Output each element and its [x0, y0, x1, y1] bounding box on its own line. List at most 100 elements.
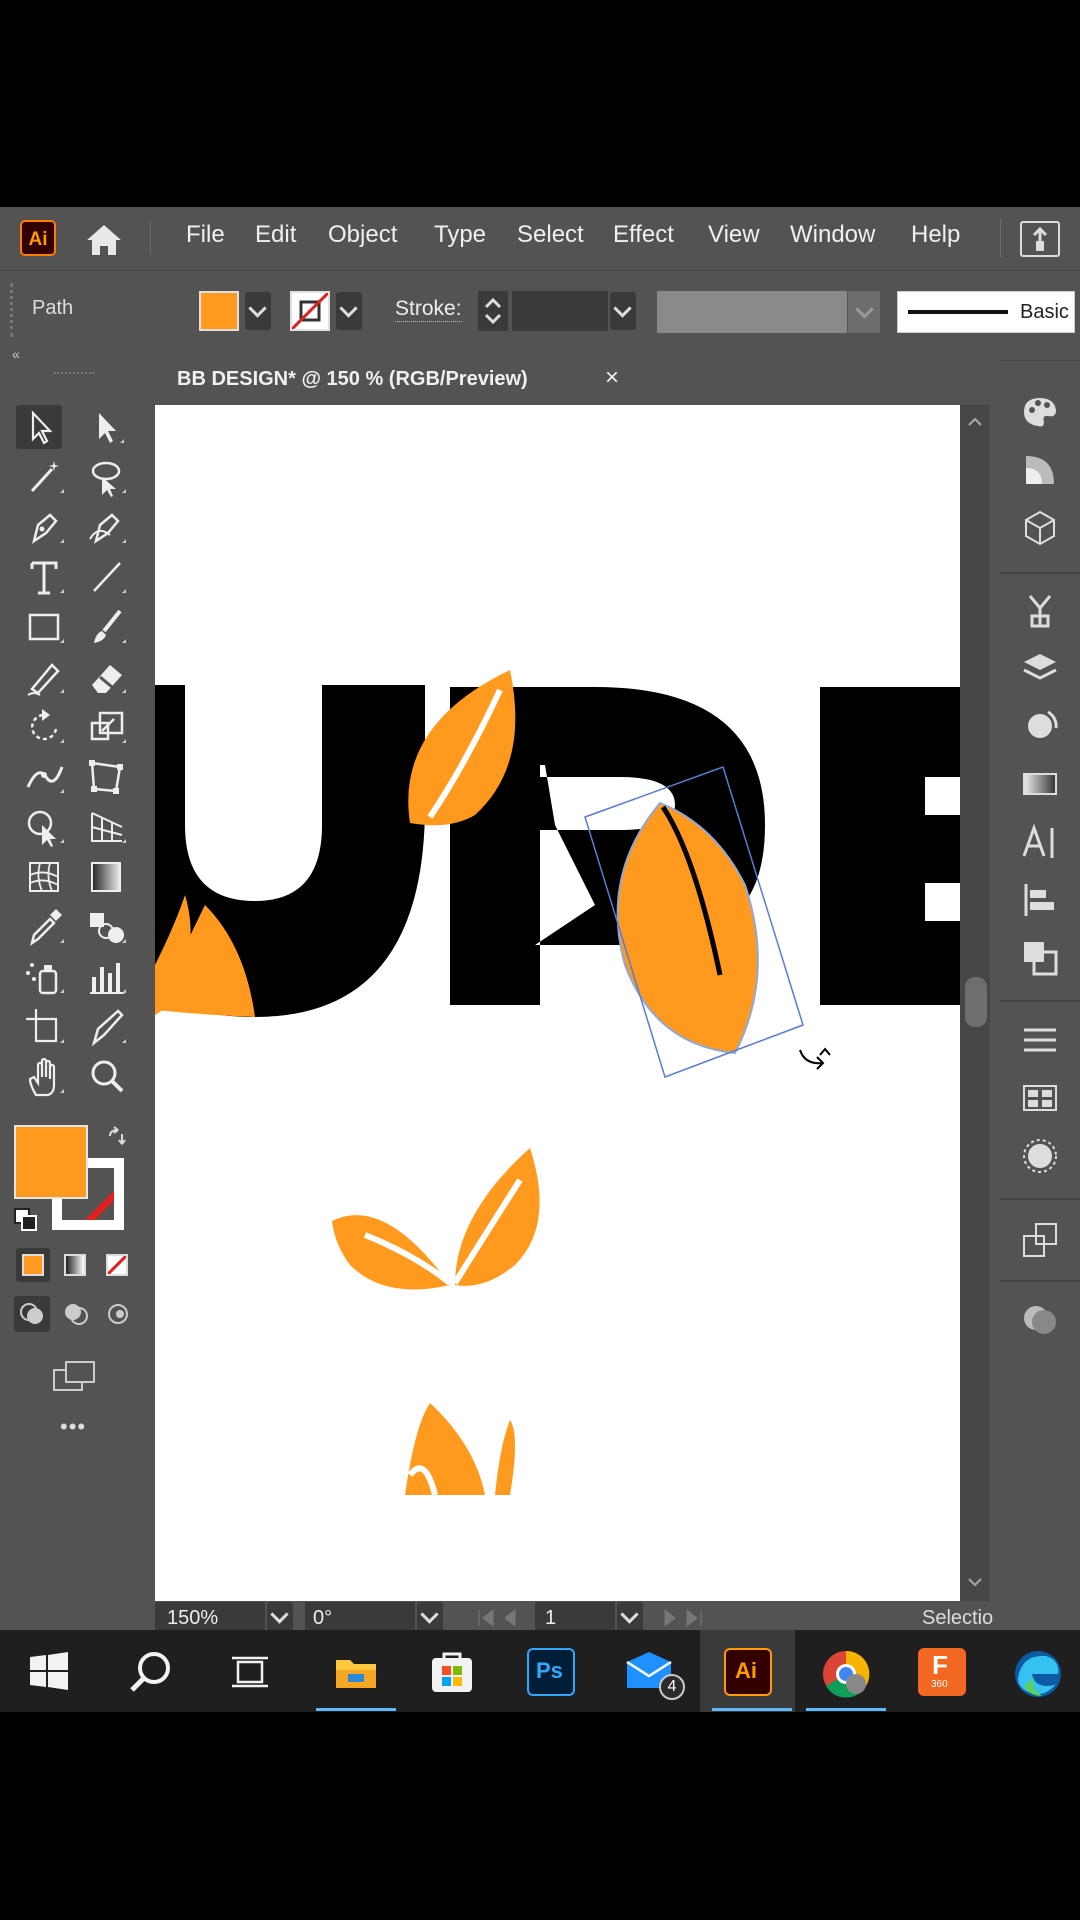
draw-normal-icon[interactable]: [14, 1296, 50, 1332]
first-previous-artboard-icon[interactable]: [475, 1608, 525, 1628]
transform-icon[interactable]: [1020, 1220, 1060, 1260]
document-tab[interactable]: BB DESIGN* @ 150 % (RGB/Preview) ×: [155, 352, 630, 407]
type-tool-icon[interactable]: [22, 555, 68, 599]
stroke-weight-stepper[interactable]: [478, 291, 508, 331]
stroke-panel-icon[interactable]: [1020, 1020, 1060, 1060]
color-guide-icon[interactable]: [1020, 450, 1060, 490]
none-mode-button[interactable]: [100, 1248, 134, 1282]
chrome-icon[interactable]: [820, 1648, 870, 1698]
blend-tool-icon[interactable]: [84, 905, 130, 949]
menu-file[interactable]: File: [186, 221, 225, 249]
edge-icon[interactable]: [1012, 1648, 1061, 1697]
rotate-tool-icon[interactable]: [22, 705, 68, 749]
magic-wand-tool-icon[interactable]: [22, 455, 68, 499]
menu-window[interactable]: Window: [790, 221, 875, 249]
transparency-icon[interactable]: [1020, 1300, 1060, 1340]
photoshop-icon[interactable]: Ps: [527, 1648, 575, 1696]
artboard[interactable]: [155, 405, 960, 1601]
stroke-weight-input[interactable]: [512, 291, 608, 331]
scroll-thumb[interactable]: [965, 977, 987, 1027]
perspective-grid-tool-icon[interactable]: [84, 805, 130, 849]
default-fill-stroke-icon[interactable]: [13, 1207, 39, 1233]
mesh-tool-icon[interactable]: [22, 855, 68, 899]
edit-toolbar-icon[interactable]: •••: [60, 1414, 86, 1440]
draw-inside-icon[interactable]: [100, 1296, 136, 1332]
stroke-dropdown[interactable]: [336, 292, 362, 330]
shape-builder-tool-icon[interactable]: [22, 805, 68, 849]
rectangle-tool-icon[interactable]: [22, 605, 68, 649]
paintbrush-tool-icon[interactable]: [84, 605, 130, 649]
3d-materials-icon[interactable]: [1020, 508, 1060, 548]
menu-object[interactable]: Object: [328, 221, 397, 249]
pathfinder-icon[interactable]: [1020, 938, 1060, 978]
menu-help[interactable]: Help: [911, 221, 960, 249]
grip-handle[interactable]: [10, 283, 16, 337]
scale-tool-icon[interactable]: [84, 705, 130, 749]
brush-definition[interactable]: Basic: [897, 291, 1075, 333]
menu-edit[interactable]: Edit: [255, 221, 296, 249]
menu-type[interactable]: Type: [434, 221, 486, 249]
home-icon[interactable]: [84, 222, 124, 258]
curvature-tool-icon[interactable]: [84, 505, 130, 549]
windows-start-icon[interactable]: [30, 1652, 68, 1690]
fill-color-box-top[interactable]: [14, 1125, 88, 1199]
stroke-label[interactable]: Stroke:: [395, 297, 462, 322]
mail-icon[interactable]: 4: [625, 1648, 685, 1700]
gradient-tool-icon[interactable]: [84, 855, 130, 899]
fill-dropdown[interactable]: [245, 292, 271, 330]
artboard-tool-icon[interactable]: [22, 1005, 68, 1049]
free-transform-tool-icon[interactable]: [84, 755, 130, 799]
layers-icon[interactable]: [1020, 648, 1060, 688]
panel-grip[interactable]: [54, 372, 94, 380]
gradient-mode-button[interactable]: [58, 1248, 92, 1282]
microsoft-store-icon[interactable]: [428, 1648, 476, 1696]
slice-tool-icon[interactable]: [84, 1005, 130, 1049]
width-tool-icon[interactable]: [22, 755, 68, 799]
scroll-down-icon[interactable]: [965, 1575, 985, 1589]
profile-dropdown[interactable]: [848, 291, 880, 333]
stroke-swatch[interactable]: [290, 291, 330, 331]
menu-select[interactable]: Select: [517, 221, 584, 249]
screen-mode-icon[interactable]: [52, 1358, 96, 1394]
column-graph-tool-icon[interactable]: [84, 955, 130, 999]
color-palette-icon[interactable]: [1020, 392, 1060, 432]
menu-effect[interactable]: Effect: [613, 221, 674, 249]
shaper-tool-icon[interactable]: [22, 655, 68, 699]
fill-swatch[interactable]: [199, 291, 239, 331]
character-icon[interactable]: [1020, 822, 1060, 862]
variable-width-profile[interactable]: [657, 291, 847, 333]
brushes-icon[interactable]: [1020, 1136, 1060, 1176]
file-explorer-icon[interactable]: [332, 1648, 380, 1696]
task-view-icon[interactable]: [230, 1652, 270, 1692]
eraser-tool-icon[interactable]: [84, 655, 130, 699]
collapse-panel-icon[interactable]: «: [12, 346, 20, 362]
menu-view[interactable]: View: [708, 221, 760, 249]
scroll-up-icon[interactable]: [965, 415, 985, 429]
stroke-weight-dropdown[interactable]: [610, 292, 636, 330]
pen-tool-icon[interactable]: [22, 505, 68, 549]
swatches-icon[interactable]: [1020, 1078, 1060, 1118]
draw-behind-icon[interactable]: [58, 1296, 94, 1332]
share-icon[interactable]: [1020, 221, 1060, 257]
lasso-tool-icon[interactable]: [84, 455, 130, 499]
hand-tool-icon[interactable]: [22, 1055, 68, 1099]
search-icon[interactable]: [126, 1648, 174, 1696]
eyedropper-tool-icon[interactable]: [22, 905, 68, 949]
zoom-tool-icon[interactable]: [84, 1055, 130, 1099]
swap-fill-stroke-icon[interactable]: [104, 1126, 128, 1150]
illustrator-taskbar-icon[interactable]: Ai: [724, 1648, 772, 1696]
vertical-scrollbar[interactable]: [960, 405, 990, 1601]
align-icon[interactable]: [1020, 880, 1060, 920]
line-segment-tool-icon[interactable]: [84, 555, 130, 599]
direct-selection-tool-icon[interactable]: [84, 405, 130, 449]
fusion-360-icon[interactable]: F 360: [918, 1648, 966, 1696]
libraries-icon[interactable]: [1020, 590, 1060, 630]
close-tab-icon[interactable]: ×: [605, 364, 619, 392]
appearance-icon[interactable]: [1020, 706, 1060, 746]
selection-tool-icon[interactable]: [16, 405, 62, 449]
color-mode-button[interactable]: [16, 1248, 50, 1282]
next-last-artboard-icon[interactable]: [655, 1608, 705, 1628]
canvas-area[interactable]: [155, 405, 961, 1601]
gradient-panel-icon[interactable]: [1020, 764, 1060, 804]
artwork[interactable]: [155, 405, 960, 1601]
